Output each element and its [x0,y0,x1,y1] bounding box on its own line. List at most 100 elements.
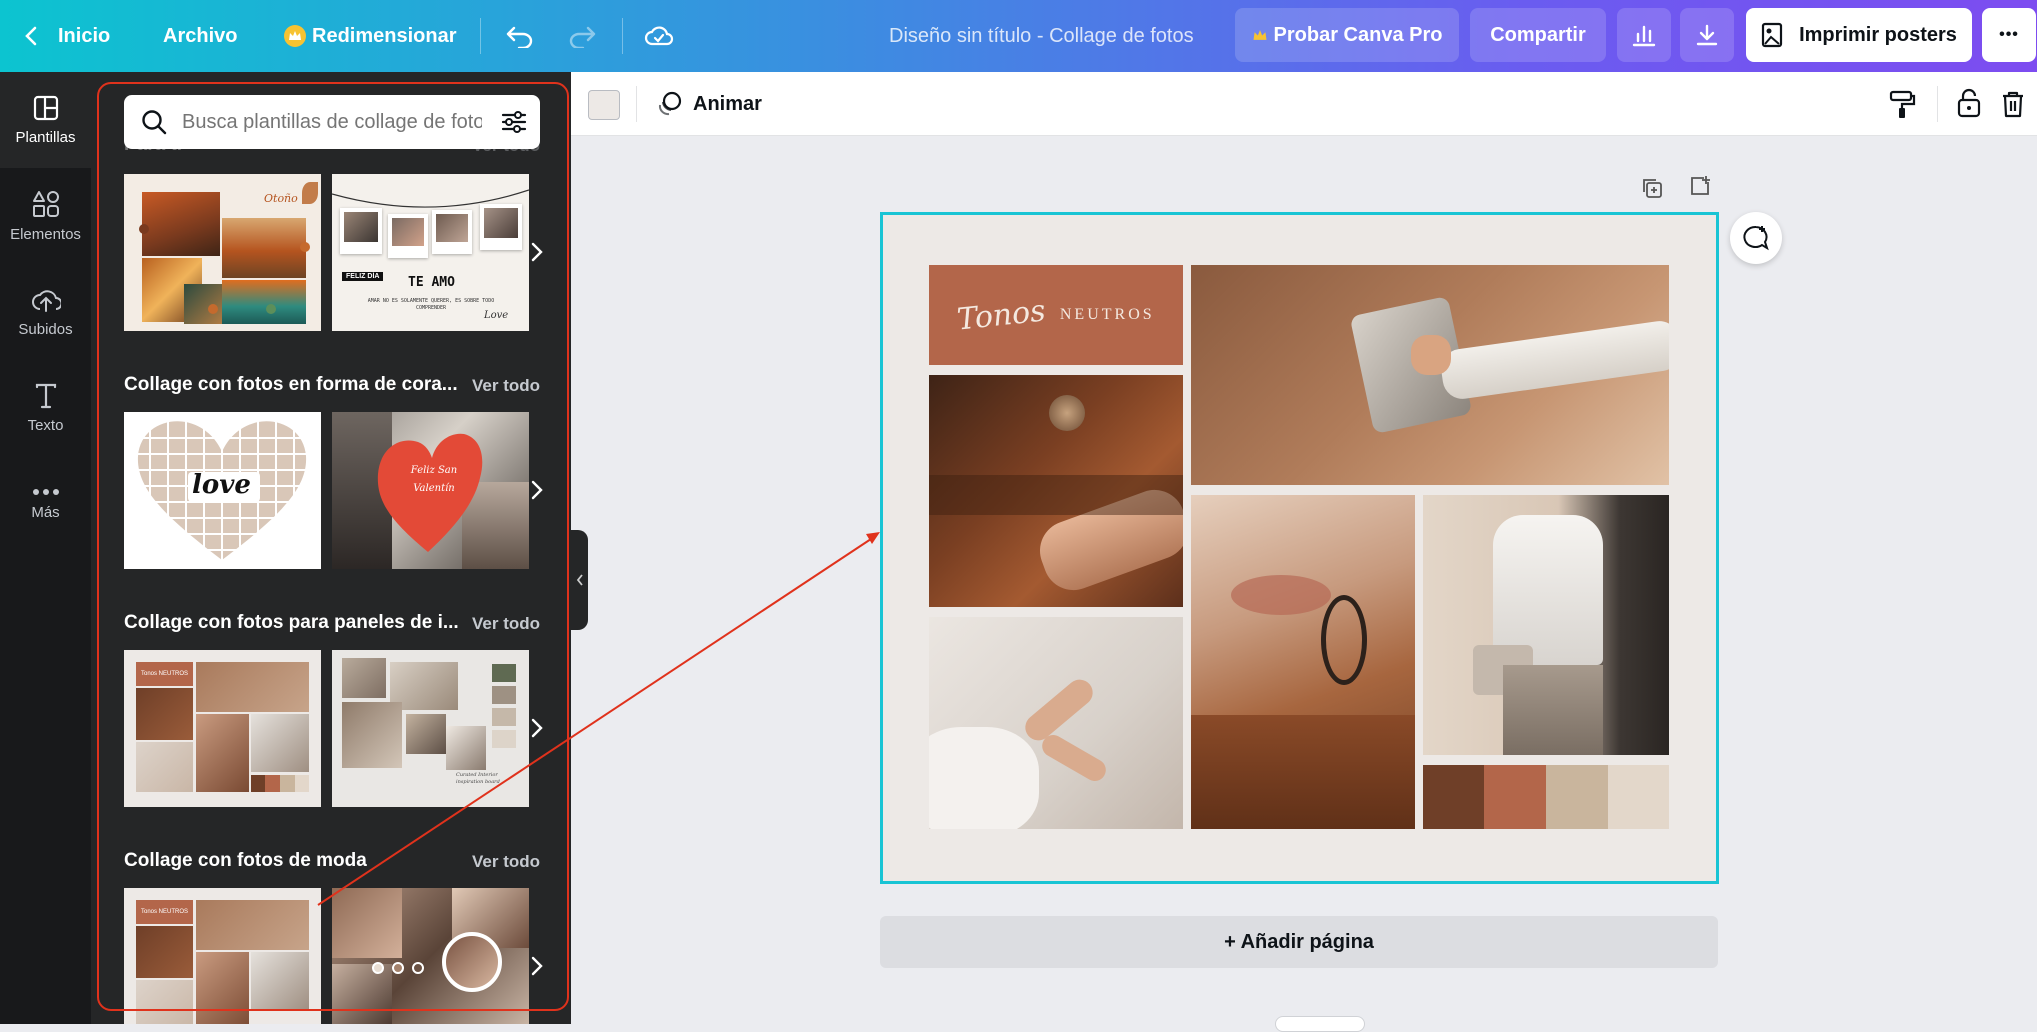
duplicate-page-icon[interactable] [1640,176,1664,200]
title-block[interactable]: Tonos NEUTROS [929,265,1183,365]
template-thumbnail-autumn[interactable]: Otoño [124,174,321,331]
crown-icon [1253,29,1267,40]
try-pro-button[interactable]: Probar Canva Pro [1235,8,1459,62]
carousel-next-button[interactable] [524,946,550,986]
more-options-button[interactable]: ••• [1982,8,2036,62]
photo-jacket-hand[interactable] [929,375,1183,607]
template-search-box[interactable] [124,95,540,149]
thumb-text: TE AMO [408,275,455,290]
thumb-text: Love [484,310,509,321]
template-search-input[interactable] [182,110,482,134]
thumb-text: Tonos NEUTROS [136,900,193,924]
home-label: Inicio [58,24,111,47]
collapse-panel-handle[interactable] [571,530,588,630]
design-canvas[interactable]: Tonos NEUTROS [880,212,1719,884]
add-page-icon[interactable] [1688,174,1712,198]
carousel-next-button[interactable] [524,708,550,748]
undo-button[interactable] [505,0,535,72]
rail-label: Subidos [18,320,73,338]
thumb-text: FELIZ DÍA [342,272,384,281]
template-thumbnail-fashion-people[interactable] [332,888,529,1024]
rail-label: Más [31,503,60,521]
share-button[interactable]: Compartir [1470,8,1606,62]
photo-shirt[interactable] [1423,495,1669,755]
add-page-button[interactable]: + Añadir página [880,916,1718,968]
palette-swatch-3[interactable] [1546,765,1608,829]
chevron-right-icon [531,956,543,976]
trash-icon[interactable] [2001,90,2025,118]
divider [1937,86,1938,122]
thumb-text: Curated Interior inspiration board [456,772,500,785]
see-all-link[interactable]: Ver todo [472,614,540,634]
insights-button[interactable] [1617,8,1671,62]
rail-item-elements[interactable]: Elementos [0,168,91,264]
photo-handbag[interactable] [1191,265,1669,485]
background-color-swatch[interactable] [588,90,620,120]
paint-roller-icon[interactable] [1888,90,1916,120]
carousel-next-button[interactable] [524,470,550,510]
upload-icon [31,289,61,312]
download-button[interactable] [1680,8,1734,62]
bar-chart-icon [1632,25,1656,47]
file-label: Archivo [163,24,238,47]
filter-sliders-icon[interactable] [500,108,528,136]
page-scroll-handle[interactable] [1275,1016,1365,1032]
rail-item-more[interactable]: Más [0,456,91,552]
template-thumbnail-fashion-moodboard[interactable]: Tonos NEUTROS [124,888,321,1024]
divider [480,18,481,54]
rail-label: Plantillas [15,128,76,146]
divider [636,86,637,122]
palette-swatch-1[interactable] [1423,765,1484,829]
template-thumbnail-heart-collage[interactable]: love [124,412,321,569]
download-icon [1696,24,1718,46]
rail-item-uploads[interactable]: Subidos [0,264,91,360]
see-all-link[interactable]: Ver todo [472,852,540,872]
chevron-left-icon [25,26,37,46]
thumb-text: love [192,470,251,500]
title-script: Tonos [955,292,1048,338]
chevron-right-icon [531,718,543,738]
home-button[interactable]: Inicio [24,0,110,72]
templates-icon [33,95,58,120]
title-caps: NEUTROS [1059,306,1155,323]
add-comment-button[interactable] [1730,212,1782,264]
chevron-left-icon [576,574,583,586]
editor-toolbar: Animar [571,72,2037,136]
poster-icon [1761,22,1783,48]
section-title: Collage con fotos en forma de cora... [124,374,458,395]
see-all-link[interactable]: Ver todo [472,376,540,396]
search-icon [142,110,167,135]
redo-button[interactable] [567,0,597,72]
rail-label: Texto [27,416,64,434]
section-title: Collage con fotos para paneles de i... [124,612,459,633]
photo-hands[interactable] [929,617,1183,829]
template-thumbnail-interior-board[interactable]: Curated Interior inspiration board [332,650,529,807]
document-title[interactable]: Diseño sin título - Collage de fotos [889,0,1194,72]
palette-swatch-2[interactable] [1484,765,1546,829]
palette-swatch-4[interactable] [1608,765,1669,829]
thumb-text: Otoño [264,192,298,205]
template-thumbnail-polaroid[interactable]: FELIZ DÍA TE AMO AMAR NO ES SOLAMENTE QU… [332,174,529,331]
elements-icon [32,190,59,217]
cloud-save-button[interactable] [644,0,674,72]
animate-button[interactable]: Animar [655,72,762,136]
print-posters-button[interactable]: Imprimir posters [1746,8,1972,62]
lock-icon[interactable] [1957,88,1981,118]
cloud-check-icon [644,26,674,46]
thumb-text: Feliz San Valentín [410,465,458,494]
section-title: Collage con fotos de moda [124,850,367,871]
carousel-next-button[interactable] [524,232,550,272]
template-thumbnail-valentine[interactable]: Feliz San Valentín [332,412,529,569]
resize-label: Redimensionar [312,24,457,47]
animate-icon [658,91,682,116]
rail-item-templates[interactable]: Plantillas [0,72,91,168]
side-rail: Plantillas Elementos Subidos Texto Más [0,72,91,1024]
photo-portrait[interactable] [1191,495,1415,829]
file-menu[interactable]: Archivo [163,0,237,72]
resize-button[interactable]: Redimensionar [284,0,456,72]
thumb-text: Tonos NEUTROS [136,662,193,686]
rail-item-text[interactable]: Texto [0,360,91,456]
text-icon [35,383,56,408]
template-thumbnail-moodboard[interactable]: Tonos NEUTROS [124,650,321,807]
top-bar: Inicio Archivo Redimensionar Diseño sin … [0,0,2037,72]
